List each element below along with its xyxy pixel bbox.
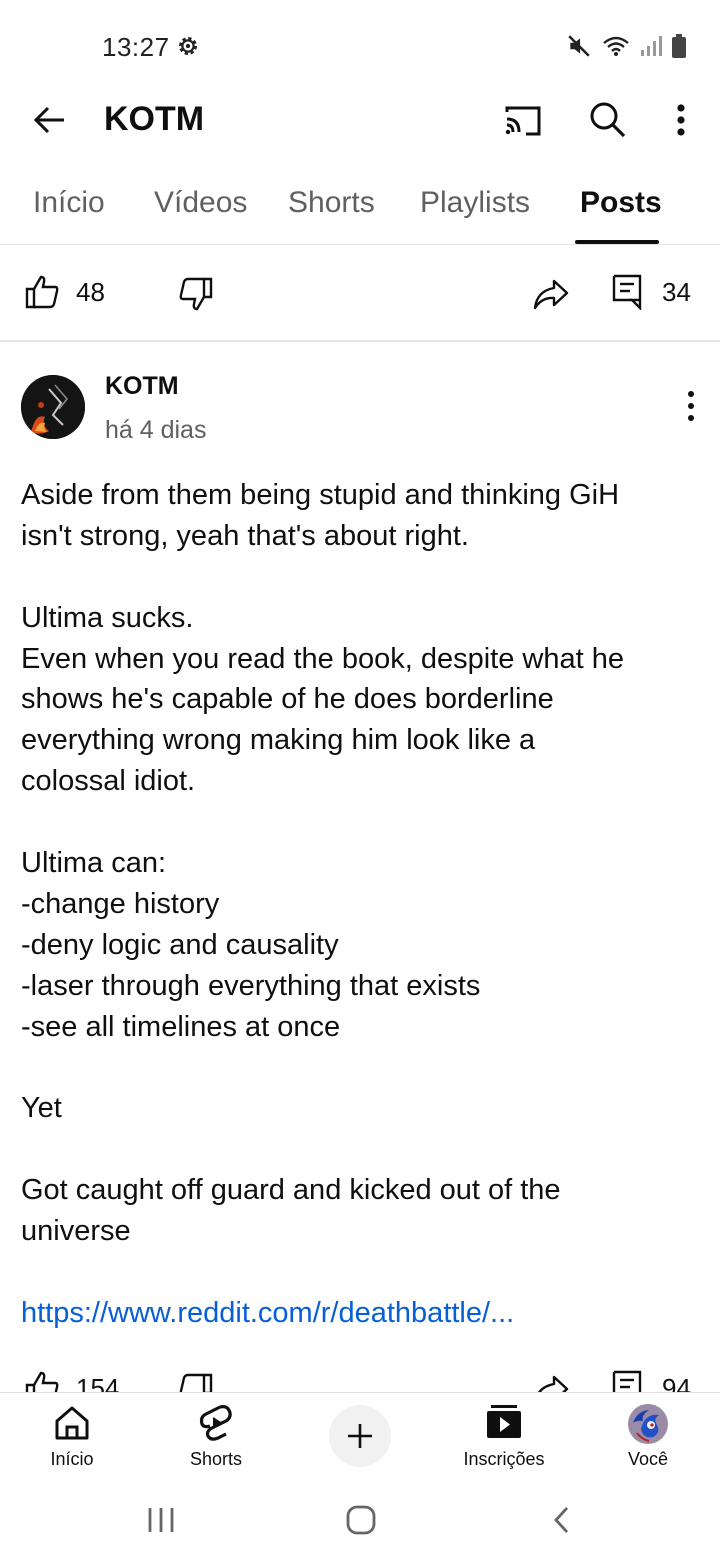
- app-bar: KOTM: [0, 92, 720, 150]
- recent-apps-icon[interactable]: [147, 1505, 175, 1535]
- profile-avatar-icon: [628, 1404, 668, 1444]
- avatar-image: [21, 375, 85, 439]
- back-arrow-icon[interactable]: [28, 98, 72, 142]
- comments-button[interactable]: 34: [612, 274, 691, 310]
- channel-tabs: Início Vídeos Shorts Playlists Posts: [0, 168, 720, 245]
- back-system-icon[interactable]: [551, 1505, 573, 1535]
- post-line: -see all timelines at once: [21, 1010, 341, 1043]
- nav-subscriptions-label: Inscrições: [463, 1449, 545, 1469]
- channel-avatar[interactable]: [21, 375, 85, 439]
- post-line: Aside from them being stupid and thinkin…: [21, 479, 620, 511]
- shorts-icon: [199, 1405, 232, 1441]
- post-line: Ultima sucks.: [21, 601, 194, 634]
- settings-gear-icon: [179, 37, 197, 55]
- tab-posts[interactable]: Posts: [580, 186, 662, 220]
- post-comment-count: 94: [662, 1372, 691, 1394]
- home-icon: [55, 1406, 89, 1440]
- thumbs-down-icon[interactable]: [178, 276, 214, 312]
- previous-post-actions: 48 34: [0, 246, 720, 342]
- thumbs-down-icon[interactable]: [178, 1372, 214, 1393]
- post-time: há 4 dias: [105, 416, 207, 444]
- post-line: isn't strong, yeah that's about right.: [21, 519, 469, 552]
- nav-shorts[interactable]: Shorts: [161, 1393, 271, 1481]
- tab-videos[interactable]: Vídeos: [154, 186, 247, 220]
- post-comments-button[interactable]: 94: [612, 1370, 691, 1393]
- subscriptions-icon: [487, 1405, 521, 1438]
- post-line: -change history: [21, 887, 220, 920]
- post-like-count: 154: [76, 1372, 120, 1394]
- system-navigation-bar: [0, 1480, 720, 1560]
- nav-subscriptions[interactable]: Inscrições: [449, 1393, 559, 1481]
- comment-icon: [612, 1370, 642, 1393]
- nav-you-label: Você: [627, 1449, 669, 1469]
- nav-home-label: Início: [50, 1449, 94, 1469]
- active-tab-indicator: [575, 240, 659, 244]
- share-icon[interactable]: [532, 277, 570, 311]
- post-line: colossal idiot.: [21, 765, 196, 798]
- comment-count: 34: [662, 276, 691, 307]
- cast-icon[interactable]: [502, 100, 544, 142]
- post-line: Ultima can:: [21, 847, 167, 880]
- more-options-icon[interactable]: [664, 98, 698, 142]
- mute-icon: [568, 35, 590, 57]
- post-body: Aside from them being stupid and thinkin…: [21, 475, 701, 1334]
- tab-shorts[interactable]: Shorts: [288, 186, 375, 220]
- nav-home[interactable]: Início: [17, 1393, 127, 1481]
- status-time: 13:27: [102, 32, 170, 62]
- post-line: [21, 557, 701, 598]
- post-line: [21, 802, 701, 843]
- home-system-icon[interactable]: [345, 1504, 377, 1536]
- thumbs-up-icon: [25, 1371, 59, 1393]
- post-menu-icon[interactable]: [678, 388, 704, 424]
- tab-inicio[interactable]: Início: [33, 186, 105, 220]
- post-line: [21, 1129, 701, 1170]
- channel-title: KOTM: [104, 100, 205, 138]
- post-line: [21, 1252, 701, 1293]
- like-count: 48: [76, 276, 105, 307]
- post-line: [21, 1047, 701, 1088]
- post-line: Got caught off guard and kicked out of t…: [21, 1174, 561, 1207]
- status-bar: 13:27: [0, 0, 720, 92]
- nav-shorts-label: Shorts: [189, 1449, 243, 1469]
- post-line: -laser through everything that exists: [21, 969, 481, 1002]
- status-icons: [566, 33, 686, 59]
- post-line: Yet: [21, 1092, 62, 1125]
- post-author[interactable]: KOTM: [105, 372, 179, 401]
- create-button[interactable]: [329, 1405, 391, 1467]
- post-line: everything wrong making him look like a: [21, 724, 536, 757]
- post-line: Even when you read the book, despite wha…: [21, 642, 624, 675]
- bottom-navigation: Início Shorts Inscrições Você: [0, 1392, 720, 1480]
- thumbs-up-icon: [25, 275, 59, 309]
- post-link[interactable]: https://www.reddit.com/r/deathbattle/...: [21, 1293, 701, 1334]
- nav-you[interactable]: Você: [593, 1393, 703, 1481]
- post-line: -deny logic and causality: [21, 928, 339, 961]
- battery-icon: [672, 34, 686, 58]
- search-icon[interactable]: [586, 98, 628, 140]
- post-like-button[interactable]: 154: [24, 1370, 119, 1393]
- wifi-icon: [603, 36, 629, 56]
- share-icon[interactable]: [532, 1373, 570, 1393]
- like-button[interactable]: 48: [24, 274, 105, 310]
- post-line: shows he's capable of he does borderline: [21, 683, 554, 716]
- tab-playlists[interactable]: Playlists: [420, 186, 530, 220]
- post-actions: 154 94: [0, 1365, 720, 1393]
- signal-icon: [641, 36, 662, 56]
- comment-icon: [612, 274, 642, 310]
- plus-icon: [348, 1424, 372, 1448]
- post-line: universe: [21, 1215, 131, 1248]
- youtube-channel-posts-screen: 13:27 KOTM Início Vídeos Shorts Playlist…: [0, 0, 720, 1560]
